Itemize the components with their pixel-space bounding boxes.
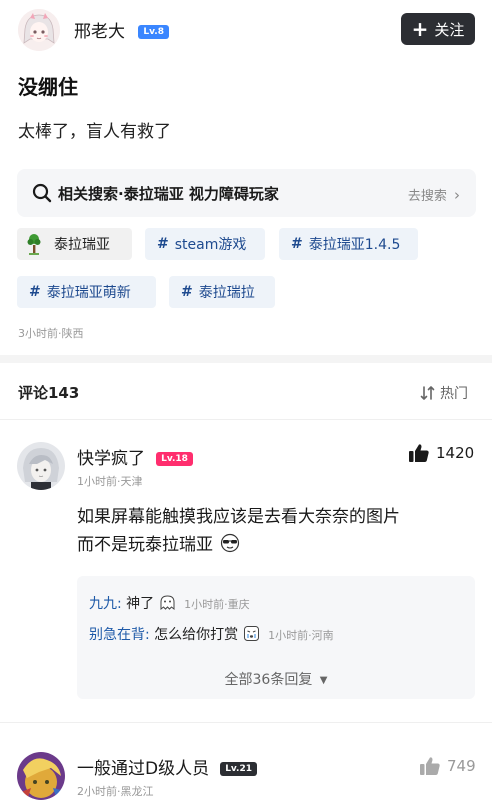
author-avatar[interactable]: [18, 9, 60, 51]
search-icon: [32, 183, 52, 203]
tag-label: 泰拉瑞亚萌新: [46, 285, 131, 301]
go-search-label: 去搜索: [407, 189, 447, 204]
thumbs-up-icon: [420, 757, 440, 775]
commenter-level-badge: Lv.18: [156, 452, 193, 466]
tag-label: steam游戏: [174, 237, 247, 253]
author-name[interactable]: 邢老大: [74, 22, 125, 42]
tag-terraria[interactable]: 泰拉瑞亚: [17, 228, 132, 260]
like-count: 749: [447, 757, 476, 775]
commenter-level-badge: Lv.21: [220, 762, 257, 776]
like-count: 1420: [436, 444, 475, 462]
comment-text-line1: 如果屏幕能触摸我应该是去看大奈奈的图片: [77, 507, 400, 527]
commenter-name[interactable]: 快学疯了: [77, 449, 145, 469]
comments-count-title: 评论143: [18, 384, 80, 402]
thumbs-up-icon: [409, 444, 429, 462]
reply-preview-box[interactable]: 九九: 神了 1小时前·重庆 别急在背: 怎么给你打赏 1小时前·河南 全部36…: [77, 576, 475, 699]
like-button[interactable]: 1420: [408, 443, 474, 463]
chevron-right-icon: ›: [454, 186, 460, 204]
tag-label: 泰拉瑞亚: [54, 237, 110, 253]
sunglasses-emoji-icon: [220, 533, 240, 562]
follow-label: 关注: [434, 20, 465, 39]
reply-colon: :: [145, 627, 150, 643]
sort-icon: [420, 386, 435, 400]
section-divider: [0, 355, 492, 363]
reply-item[interactable]: 别急在背: 怎么给你打赏 1小时前·河南: [89, 624, 334, 646]
tag-terraria-newbie[interactable]: # 泰拉瑞亚萌新: [17, 276, 156, 308]
tree-icon: [26, 233, 42, 255]
hashtag-icon: #: [29, 284, 41, 300]
follow-button[interactable]: + 关注: [401, 13, 475, 45]
reply-text: 怎么给你打赏: [154, 627, 239, 643]
divider: [0, 722, 492, 723]
commenter-avatar[interactable]: [17, 752, 65, 800]
commenter-name-row: 一般通过D级人员 Lv.21: [77, 754, 257, 779]
post-meta: 3小时前·陕西: [18, 327, 84, 340]
comment-text: 如果屏幕能触摸我应该是去看大奈奈的图片 而不是玩泰拉瑞亚: [77, 503, 477, 562]
commenter-name-row: 快学疯了 Lv.18: [77, 444, 193, 469]
author-level-badge: Lv.8: [138, 25, 169, 39]
comment-meta: 2小时前·黑龙江: [77, 785, 154, 798]
go-search-link[interactable]: 去搜索 ›: [408, 185, 460, 204]
comment-meta: 1小时前·天津: [77, 475, 143, 488]
commenter-name[interactable]: 一般通过D级人员: [77, 759, 209, 779]
divider: [0, 419, 492, 420]
post-title: 没绷住: [18, 75, 78, 99]
related-search-bar[interactable]: 相关搜索·泰拉瑞亚 视力障碍玩家 去搜索 ›: [17, 169, 476, 217]
hashtag-icon: #: [181, 284, 193, 300]
plus-icon: +: [411, 17, 429, 41]
hashtag-icon: #: [157, 236, 169, 252]
sort-label: 热门: [440, 386, 468, 402]
reply-author[interactable]: 别急在背: [89, 627, 145, 643]
tag-label: 泰拉瑞亚1.4.5: [308, 237, 401, 253]
related-search-label: 相关搜索·泰拉瑞亚 视力障碍玩家: [58, 185, 279, 203]
ghost-emoji-icon: [159, 594, 176, 615]
tag-label: 泰拉瑞拉: [198, 285, 255, 301]
sort-hot-button[interactable]: 热门: [420, 383, 468, 403]
hashtag-icon: #: [291, 236, 303, 252]
tag-terralala[interactable]: # 泰拉瑞拉: [169, 276, 275, 308]
comment-text-line2: 而不是玩泰拉瑞亚: [77, 535, 213, 555]
comment-text-line2-row: 而不是玩泰拉瑞亚: [77, 531, 477, 562]
reply-author[interactable]: 九九: [89, 596, 117, 612]
view-all-replies-link[interactable]: 全部36条回复 ▼: [77, 669, 475, 689]
tag-steam-games[interactable]: # steam游戏: [145, 228, 265, 260]
reply-meta: 1小时前·重庆: [184, 598, 250, 611]
reply-text: 神了: [126, 596, 155, 612]
post-body: 太棒了，盲人有救了: [18, 122, 171, 142]
tag-terraria-145[interactable]: # 泰拉瑞亚1.4.5: [279, 228, 418, 260]
commenter-avatar[interactable]: [17, 442, 65, 490]
reply-colon: :: [117, 596, 122, 612]
crying-emoji-icon: [243, 625, 260, 646]
reply-meta: 1小时前·河南: [268, 629, 334, 642]
author-name-row: 邢老大 Lv.8: [74, 17, 169, 42]
caret-down-icon: ▼: [319, 675, 328, 686]
like-button[interactable]: 749: [419, 756, 476, 776]
reply-item[interactable]: 九九: 神了 1小时前·重庆: [89, 593, 250, 615]
view-all-replies-label: 全部36条回复: [224, 672, 313, 688]
